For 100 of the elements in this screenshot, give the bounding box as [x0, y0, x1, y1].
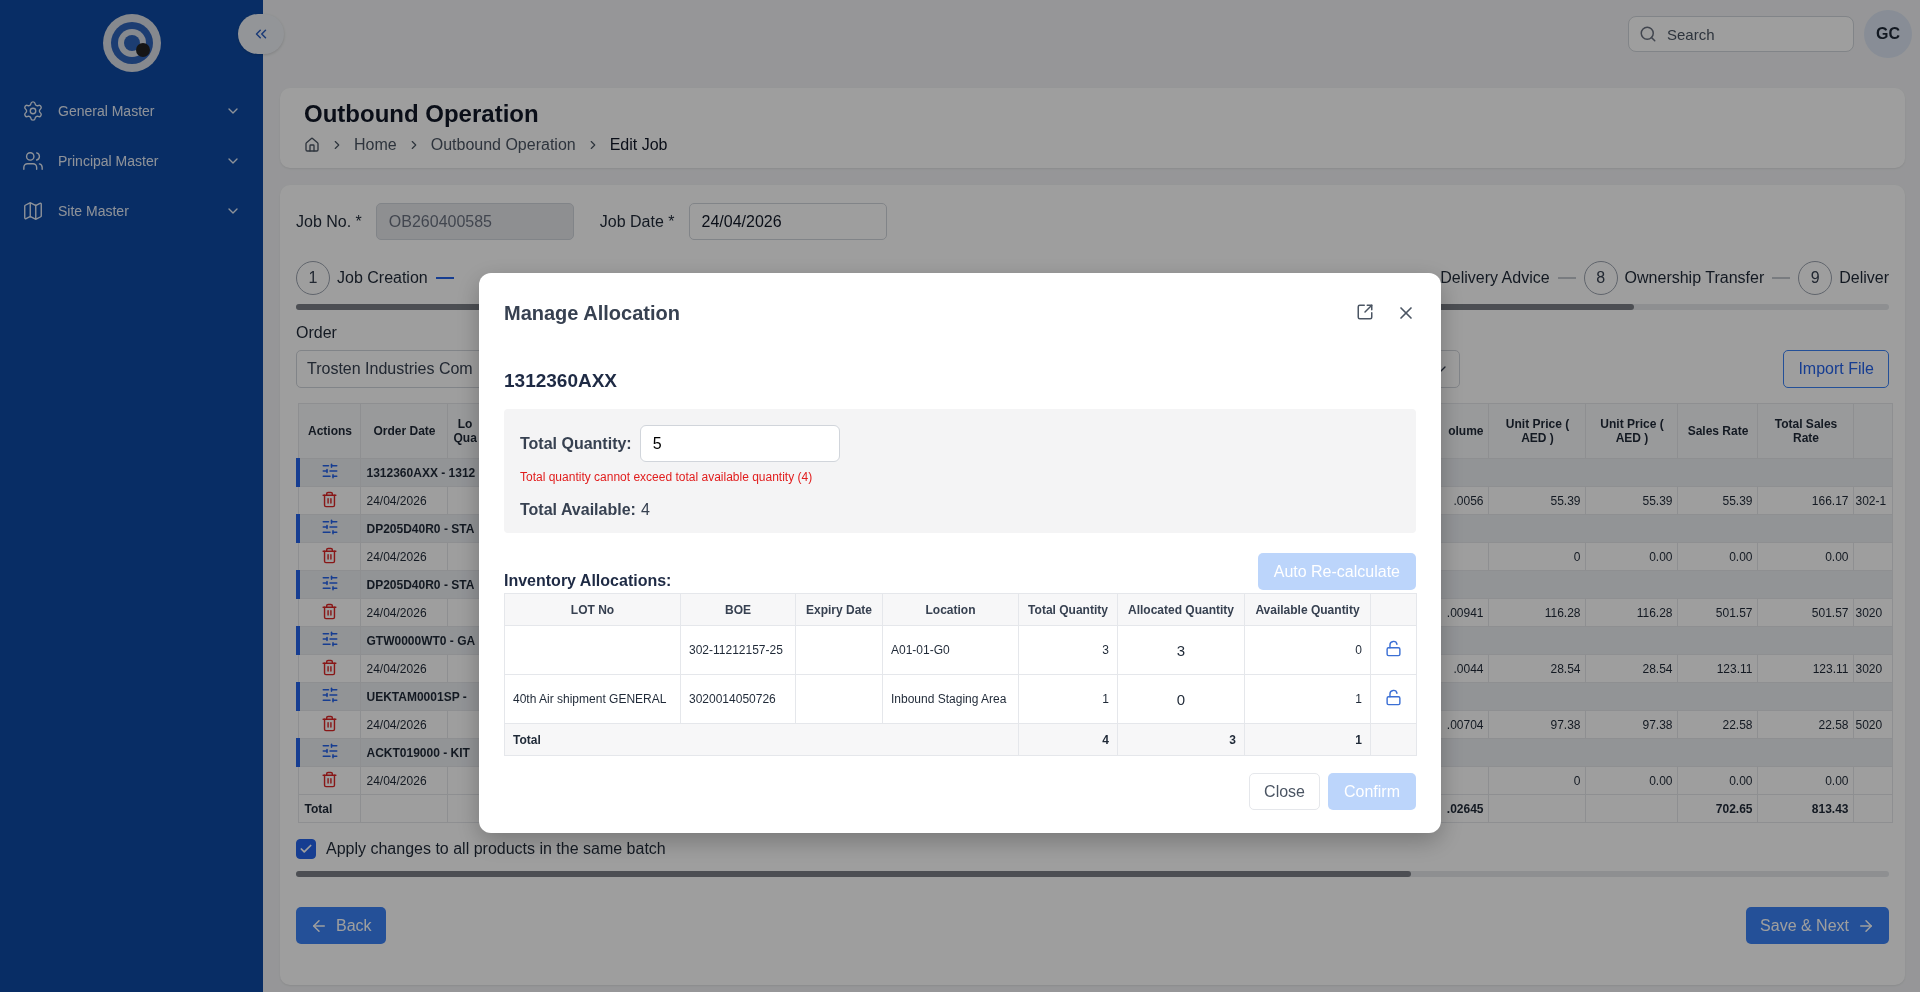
item-code: 1312360AXX — [504, 370, 619, 392]
table-cell: Total — [298, 794, 360, 823]
search-input[interactable]: Search — [1665, 24, 1843, 44]
expand-button[interactable] — [1356, 303, 1374, 323]
table-cell: 302-11212157-25 — [680, 625, 796, 675]
table-cell: 3 — [1018, 625, 1118, 675]
checkbox-label: Apply changes to all products in the same batch — [326, 840, 666, 858]
breadcrumb-link[interactable]: Home — [354, 136, 397, 154]
table-cell: 0.00 — [1677, 766, 1757, 795]
breadcrumb-link[interactable]: Edit Job — [609, 136, 668, 154]
close-dialog-button[interactable]: Close — [1249, 773, 1320, 810]
field-label: Order — [296, 324, 338, 342]
table-cell: 22.58 — [1757, 710, 1853, 739]
table-cell: A01-01-G0 — [882, 625, 1019, 675]
table-cell: 22.58 — [1677, 710, 1757, 739]
table-cell: 4 — [1018, 723, 1118, 756]
table-cell: 123.11 — [1677, 654, 1757, 683]
sidebar-item[interactable]: General Master — [0, 86, 263, 136]
sliders-icon — [320, 630, 339, 648]
checkbox[interactable] — [296, 839, 316, 859]
section-title: Inventory Allocations: — [504, 572, 672, 590]
sliders-icon — [320, 742, 339, 760]
table-cell: 0 — [1117, 674, 1245, 724]
column-header: Total Sales Rate — [1757, 403, 1853, 459]
adjust-button[interactable] — [320, 574, 339, 592]
trash-icon — [320, 770, 338, 788]
delete-button[interactable] — [320, 546, 338, 564]
search-field[interactable]: Search — [1628, 16, 1854, 52]
table-cell: Inbound Staging Area — [882, 674, 1019, 724]
table-cell: 1 — [1244, 674, 1371, 724]
table-cell: 0.00 — [1677, 542, 1757, 571]
table-cell: 0 — [1244, 625, 1371, 675]
adjust-button[interactable] — [320, 630, 339, 648]
user-avatar[interactable]: GC — [1864, 10, 1912, 58]
breadcrumb-link[interactable]: Outbound Operation — [430, 136, 576, 154]
text-field[interactable]: 24/04/2026 — [688, 203, 887, 240]
table-cell: 24/04/2026 — [360, 486, 447, 515]
table-cell: 501.57 — [1757, 598, 1853, 627]
table-cell: 97.38 — [1488, 710, 1585, 739]
table-cell: 55.39 — [1585, 486, 1677, 515]
sidebar-item[interactable]: Site Master — [0, 186, 263, 236]
trash-icon — [320, 714, 338, 732]
adjust-button[interactable] — [320, 742, 339, 760]
save-next-button[interactable]: Save & Next — [1746, 907, 1889, 944]
map-icon — [22, 200, 44, 222]
table-cell: 28.54 — [1585, 654, 1677, 683]
table-cell: DP205D40R0 - STA — [360, 570, 481, 599]
column-header: Sales Rate — [1677, 403, 1757, 459]
trash-icon — [320, 546, 338, 564]
search-icon — [1639, 25, 1657, 43]
column-header: Actions — [298, 403, 360, 459]
table-cell: 97.38 — [1585, 710, 1677, 739]
delete-button[interactable] — [320, 602, 338, 620]
delete-button[interactable] — [320, 490, 338, 508]
lock-toggle-button[interactable] — [1385, 640, 1402, 657]
table-cell: GTW0000WT0 - GA — [360, 626, 481, 655]
delete-button[interactable] — [320, 770, 338, 788]
column-header: Location — [882, 593, 1019, 626]
step-label[interactable]: Job Creation — [337, 269, 428, 287]
table-cell: Total — [504, 723, 1019, 756]
sliders-icon — [320, 518, 339, 536]
table-cell: 24/04/2026 — [360, 766, 447, 795]
quantity-field[interactable]: 5 — [639, 425, 840, 462]
adjust-button[interactable] — [320, 518, 339, 536]
table-cell: 3 — [1117, 723, 1245, 756]
column-header: Expiry Date — [795, 593, 883, 626]
modal-title: Manage Allocation — [504, 301, 680, 325]
table-cell: 28.54 — [1488, 654, 1585, 683]
column-header: Unit Price ( AED ) — [1585, 403, 1677, 459]
checkmark-icon — [299, 842, 313, 856]
table-cell: 0.00 — [1585, 542, 1677, 571]
sidebar-item[interactable]: Principal Master — [0, 136, 263, 186]
table-cell: 0.00 — [1757, 766, 1853, 795]
table-cell: 0.00 — [1585, 766, 1677, 795]
table-cell: 24/04/2026 — [360, 542, 447, 571]
step-label[interactable]: Deliver — [1839, 269, 1889, 287]
field-label: Job Date * — [599, 212, 675, 231]
back-button[interactable]: Back — [296, 907, 386, 944]
table-cell: 1312360AXX - 1312 — [360, 458, 481, 487]
field-label: Job No. * — [296, 212, 362, 231]
lock-toggle-button[interactable] — [1385, 689, 1402, 706]
table-cell: 0 — [1488, 542, 1585, 571]
step-label[interactable]: Ownership Transfer — [1624, 269, 1765, 287]
page-title: Outbound Operation — [304, 100, 540, 128]
logo-icon — [101, 13, 162, 73]
delete-button[interactable] — [320, 714, 338, 732]
import-file-button[interactable]: Import File — [1783, 350, 1889, 388]
table-cell: 40th Air shipment GENERAL — [504, 674, 681, 724]
adjust-button[interactable] — [320, 686, 339, 704]
delete-button[interactable] — [320, 658, 338, 676]
gear-icon — [22, 100, 44, 122]
step-label[interactable]: Delivery Advice — [1440, 269, 1550, 287]
table-cell: 24/04/2026 — [360, 654, 447, 683]
column-header: Order Date — [360, 403, 447, 459]
adjust-button[interactable] — [320, 462, 339, 480]
table-cell: ACKT019000 - KIT — [360, 738, 481, 767]
collapse-sidebar-button[interactable] — [238, 14, 284, 54]
table-cell: DP205D40R0 - STA — [360, 514, 481, 543]
scrollbar[interactable] — [296, 871, 1889, 877]
unlocked-padlock-icon — [1385, 640, 1402, 657]
